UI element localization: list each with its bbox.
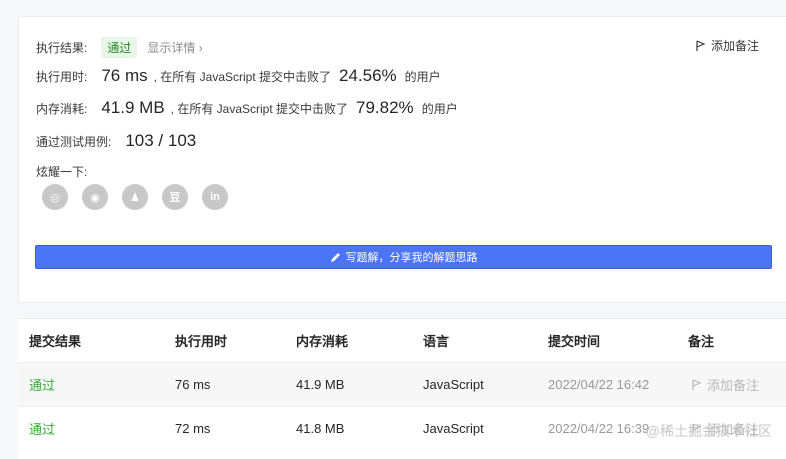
table-header: 提交结果 执行用时 内存消耗 语言 提交时间 备注 <box>18 319 786 363</box>
tests-value: 103 / 103 <box>125 131 197 150</box>
row-result[interactable]: 通过 <box>29 375 55 394</box>
runtime-label: 执行用时: <box>36 69 88 84</box>
row-runtime: 72 ms <box>175 421 211 436</box>
row-time: 2022/04/22 16:39 <box>548 421 650 436</box>
flag-icon <box>696 39 706 51</box>
memory-percent: 79.82% <box>356 98 414 117</box>
header-runtime[interactable]: 执行用时 <box>175 331 227 350</box>
memory-mid-text: , 在所有 JavaScript 提交中击败了 <box>170 101 349 116</box>
result-badge: 通过 <box>101 37 138 58</box>
watermark: @稀土掘金技术社区 <box>645 423 772 439</box>
wechat-icon[interactable]: ◎ <box>42 184 68 210</box>
row-language: JavaScript <box>423 377 484 392</box>
add-note-label: 添加备注 <box>710 39 759 53</box>
flag-icon <box>692 378 702 390</box>
row-result[interactable]: 通过 <box>29 419 55 438</box>
row-memory: 41.9 MB <box>296 377 345 392</box>
qq-icon[interactable]: ♟ <box>122 184 148 210</box>
row-add-note-button[interactable]: 添加备注 <box>692 375 759 394</box>
memory-row: 内存消耗: 41.9 MB , 在所有 JavaScript 提交中击败了 79… <box>36 98 458 118</box>
add-note-button[interactable]: 添加备注 <box>696 37 759 54</box>
tests-label: 通过测试用例: <box>36 134 112 149</box>
pencil-icon <box>330 252 340 262</box>
row-runtime: 76 ms <box>175 377 211 392</box>
header-note: 备注 <box>688 334 715 349</box>
memory-value: 41.9 MB <box>101 98 165 117</box>
share-icons: ◎ ◉ ♟ 豆 in <box>42 184 228 210</box>
row-add-note-label: 添加备注 <box>707 378 760 393</box>
share-row: 炫耀一下: <box>36 163 87 180</box>
runtime-value: 76 ms <box>101 66 148 85</box>
runtime-mid-text: , 在所有 JavaScript 提交中击败了 <box>153 69 331 84</box>
row-time: 2022/04/22 16:42 <box>548 377 650 392</box>
result-label: 执行结果: <box>36 41 88 55</box>
header-time[interactable]: 提交时间 <box>548 331 600 350</box>
write-solution-label: 写题解，分享我的解题思路 <box>345 252 478 264</box>
weibo-icon[interactable]: ◉ <box>82 184 108 210</box>
table-row[interactable]: 通过 76 ms 41.9 MB JavaScript 2022/04/22 1… <box>18 363 786 407</box>
tests-row: 通过测试用例: 103 / 103 <box>36 131 196 151</box>
submission-summary-card: 执行结果: 通过 显示详情 › 添加备注 执行用时: 76 ms , 在所有 J… <box>18 16 786 303</box>
row-memory: 41.8 MB <box>296 421 345 436</box>
result-row: 执行结果: 通过 显示详情 › <box>36 37 203 58</box>
header-language[interactable]: 语言 <box>423 331 449 350</box>
douban-icon[interactable]: 豆 <box>162 184 188 210</box>
runtime-tail-text: 的用户 <box>404 69 441 84</box>
show-details-link[interactable]: 显示详情 › <box>147 39 202 56</box>
runtime-row: 执行用时: 76 ms , 在所有 JavaScript 提交中击败了 24.5… <box>36 66 441 86</box>
header-memory[interactable]: 内存消耗 <box>296 331 348 350</box>
runtime-percent: 24.56% <box>339 66 397 85</box>
share-label: 炫耀一下: <box>36 165 88 179</box>
memory-label: 内存消耗: <box>36 101 88 116</box>
header-result[interactable]: 提交结果 <box>29 331 81 350</box>
write-solution-button[interactable]: 写题解，分享我的解题思路 <box>35 245 772 269</box>
linkedin-icon[interactable]: in <box>202 184 228 210</box>
memory-tail-text: 的用户 <box>421 101 458 116</box>
row-language: JavaScript <box>423 421 484 436</box>
